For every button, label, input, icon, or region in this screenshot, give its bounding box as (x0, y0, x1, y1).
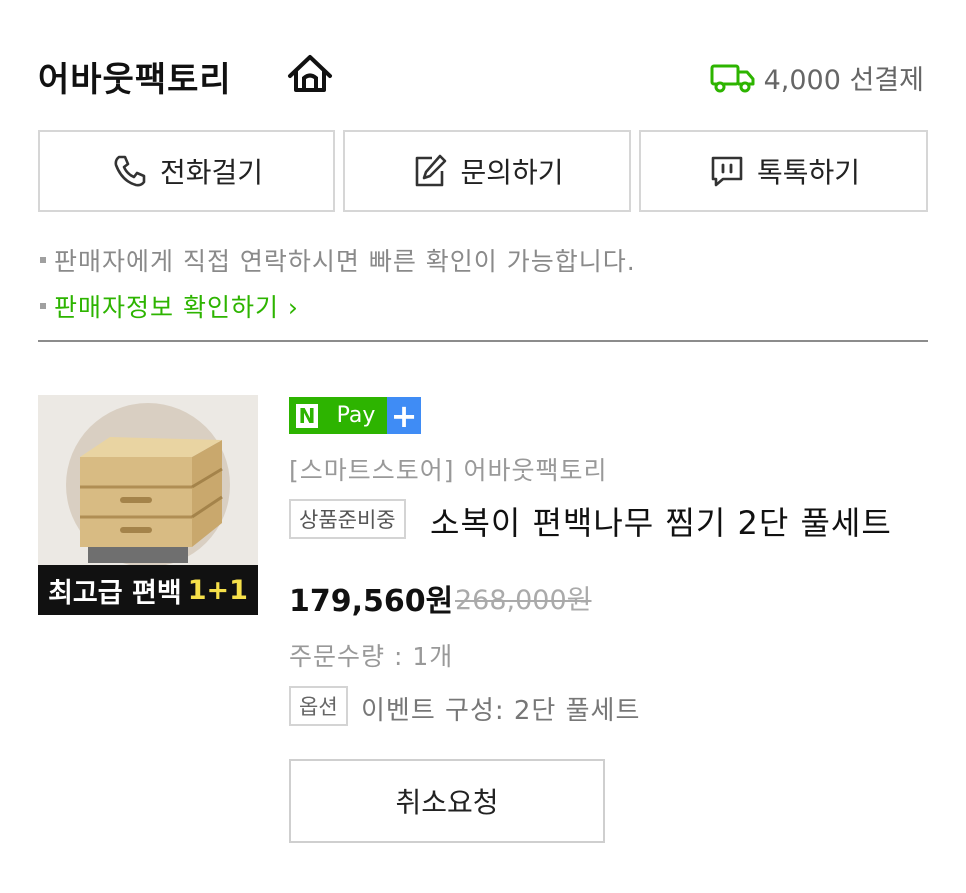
order-status-badge: 상품준비중 (289, 499, 406, 539)
direct-contact-note: 판매자에게 직접 연락하시면 빠른 확인이 가능합니다. (40, 242, 636, 278)
call-button[interactable]: 전화걸기 (38, 130, 335, 212)
inquiry-button[interactable]: 문의하기 (343, 130, 631, 212)
bullet-icon (40, 257, 46, 263)
thumbnail-banner: 최고급 편백 1+1 (38, 565, 258, 615)
bullet-icon (40, 303, 46, 309)
edit-icon (416, 154, 447, 187)
home-icon[interactable] (286, 52, 334, 96)
shipping-fee: 4,000 선결제 (763, 65, 924, 96)
call-button-label: 전화걸기 (159, 156, 264, 189)
phone-icon (114, 155, 146, 187)
section-divider (38, 340, 928, 342)
chat-icon (711, 156, 743, 187)
direct-contact-text: 판매자에게 직접 연락하시면 빠른 확인이 가능합니다. (54, 247, 636, 276)
npay-plus-badge: N Pay + (289, 397, 421, 435)
seller-info-link[interactable]: 판매자정보 확인하기 › (40, 288, 299, 324)
seller-info-link-text: 판매자정보 확인하기 › (54, 293, 299, 322)
inquiry-button-label: 문의하기 (460, 156, 564, 189)
shipping-info: 4,000 선결제 (710, 58, 924, 97)
thumbnail-promo: 1+1 (187, 574, 248, 606)
sale-price: 179,560원 (289, 584, 454, 619)
original-price: 268,000원 (455, 585, 592, 616)
talktalk-button-label: 톡톡하기 (756, 156, 861, 189)
npay-n-letter: N (296, 403, 318, 428)
npay-plus-icon: + (387, 397, 421, 435)
thumbnail-caption: 최고급 편백 (48, 577, 182, 609)
order-quantity: 주문수량 : 1개 (289, 642, 454, 671)
npay-n-logo: N (289, 397, 325, 434)
truck-icon (710, 64, 755, 92)
npay-pay-text: Pay (325, 397, 387, 434)
seller-name: 어바웃팩토리 (38, 60, 232, 100)
store-line: [스마트스토어] 어바웃팩토리 (289, 456, 608, 485)
option-badge: 옵션 (289, 686, 348, 726)
option-value: 이벤트 구성: 2단 풀세트 (361, 696, 641, 726)
cancel-request-button[interactable]: 취소요청 (289, 759, 605, 843)
product-title[interactable]: 소복이 편백나무 찜기 2단 풀세트 (430, 498, 926, 544)
talktalk-button[interactable]: 톡톡하기 (639, 130, 928, 212)
cancel-request-label: 취소요청 (395, 786, 499, 819)
